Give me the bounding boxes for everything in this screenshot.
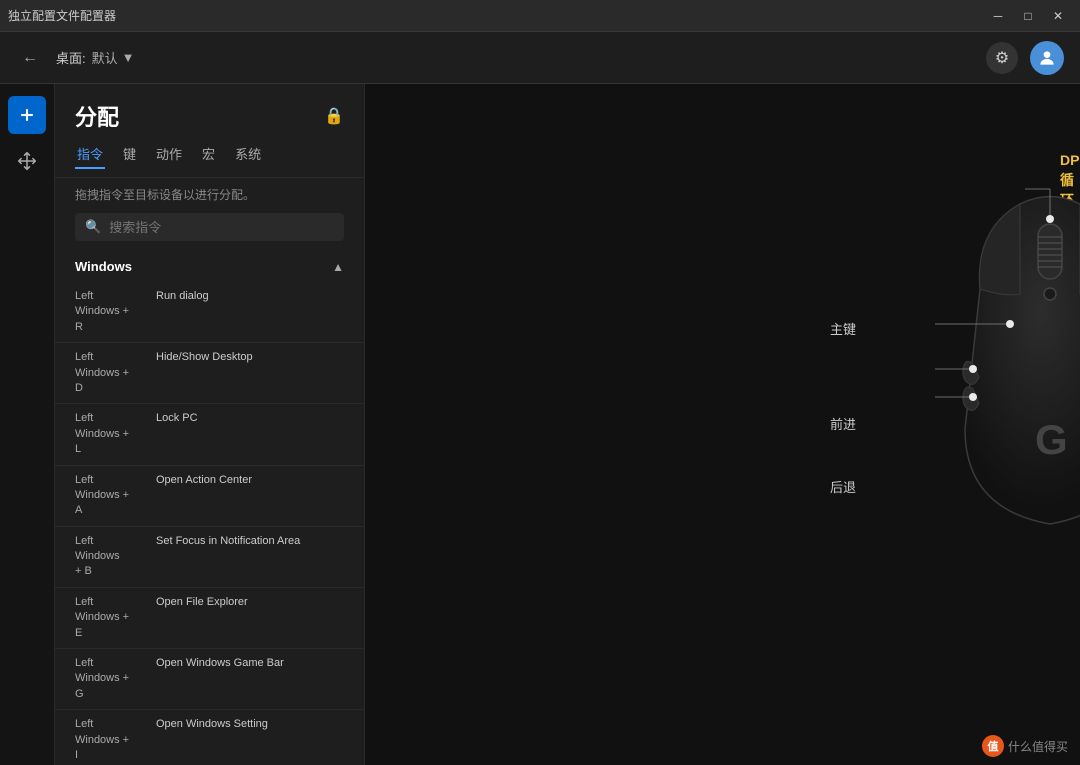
tab-system[interactable]: 系统 (233, 140, 263, 169)
right-content: DPI 循环 主键 次键 前进 后退 (365, 84, 1080, 765)
command-desc: Lock PC (156, 411, 198, 426)
settings-button[interactable]: ⚙ (986, 42, 1018, 74)
list-item[interactable]: LeftWindows +A Open Action Center (55, 466, 364, 527)
section-title: Windows (75, 259, 132, 274)
svg-text:G: G (1035, 416, 1068, 463)
forward-label: 前进 (830, 414, 856, 434)
command-key: LeftWindows +L (75, 411, 150, 457)
list-item[interactable]: LeftWindows +L Lock PC (55, 404, 364, 465)
tabs: 指令 键 动作 宏 系统 (55, 140, 364, 178)
tab-commands[interactable]: 指令 (75, 140, 105, 169)
command-desc: Open Windows Setting (156, 717, 268, 732)
command-key: LeftWindows+ B (75, 534, 150, 580)
search-bar: 🔍 (75, 213, 344, 241)
command-list: Windows ▲ LeftWindows +R Run dialog Left… (55, 251, 364, 765)
list-item[interactable]: LeftWindows+ B Set Focus in Notification… (55, 527, 364, 588)
move-button[interactable] (8, 142, 46, 180)
command-desc: Run dialog (156, 289, 209, 304)
command-desc: Set Focus in Notification Area (156, 534, 300, 549)
back-button[interactable]: ← (16, 44, 44, 72)
back-label: 后退 (830, 477, 856, 497)
tab-macro[interactable]: 宏 (200, 140, 217, 169)
titlebar-controls: ─ □ ✕ (984, 5, 1072, 27)
windows-section-header[interactable]: Windows ▲ (55, 251, 364, 282)
icon-sidebar (0, 84, 55, 765)
watermark: 值 什么值得买 (982, 735, 1068, 757)
command-desc: Open File Explorer (156, 595, 248, 610)
topbar-right: ⚙ (986, 41, 1064, 75)
list-item[interactable]: LeftWindows +R Run dialog (55, 282, 364, 343)
left-panel: 分配 🔒 指令 键 动作 宏 系统 拖拽指令至目标设备以进行分配。 🔍 Wind… (55, 84, 365, 765)
user-icon (1037, 48, 1057, 68)
command-key: LeftWindows +A (75, 473, 150, 519)
desktop-name: 默认 (92, 48, 118, 67)
command-key: LeftWindows +I (75, 717, 150, 763)
mouse-diagram: G (935, 169, 1080, 539)
lock-icon: 🔒 (324, 106, 344, 126)
titlebar-title: 独立配置文件配置器 (8, 7, 116, 24)
chevron-icon: ▲ (332, 260, 344, 274)
watermark-icon: 值 (982, 735, 1004, 757)
topbar-left: ← 桌面: 默认 ▼ (16, 44, 135, 72)
move-icon (17, 151, 37, 171)
main-key-label: 主键 (830, 319, 856, 339)
minimize-button[interactable]: ─ (984, 5, 1012, 27)
close-button[interactable]: ✕ (1044, 5, 1072, 27)
watermark-text: 什么值得买 (1008, 738, 1068, 755)
search-input[interactable] (109, 220, 334, 235)
panel-title: 分配 (75, 100, 119, 132)
tab-actions[interactable]: 动作 (154, 140, 184, 169)
list-item[interactable]: LeftWindows +G Open Windows Game Bar (55, 649, 364, 710)
avatar-button[interactable] (1030, 41, 1064, 75)
main-layout: 分配 🔒 指令 键 动作 宏 系统 拖拽指令至目标设备以进行分配。 🔍 Wind… (0, 84, 1080, 765)
command-key: LeftWindows +G (75, 656, 150, 702)
topbar: ← 桌面: 默认 ▼ ⚙ (0, 32, 1080, 84)
desktop-text: 桌面: (56, 48, 86, 67)
titlebar: 独立配置文件配置器 ─ □ ✕ (0, 0, 1080, 32)
desktop-dropdown[interactable]: 默认 ▼ (92, 48, 135, 67)
command-desc: Hide/Show Desktop (156, 350, 253, 365)
search-icon: 🔍 (85, 219, 101, 235)
command-desc: Open Windows Game Bar (156, 656, 284, 671)
panel-header: 分配 🔒 (55, 84, 364, 140)
command-key: LeftWindows +E (75, 595, 150, 641)
command-key: LeftWindows +R (75, 289, 150, 335)
plus-icon (17, 105, 37, 125)
list-item[interactable]: LeftWindows +E Open File Explorer (55, 588, 364, 649)
add-command-button[interactable] (8, 96, 46, 134)
command-desc: Open Action Center (156, 473, 252, 488)
maximize-button[interactable]: □ (1014, 5, 1042, 27)
list-item[interactable]: LeftWindows +D Hide/Show Desktop (55, 343, 364, 404)
dropdown-icon: ▼ (122, 50, 135, 65)
tab-keys[interactable]: 键 (121, 140, 138, 169)
desktop-info: 桌面: 默认 ▼ (56, 48, 135, 67)
drag-instruction: 拖拽指令至目标设备以进行分配。 (55, 178, 364, 213)
list-item[interactable]: LeftWindows +I Open Windows Setting (55, 710, 364, 765)
command-key: LeftWindows +D (75, 350, 150, 396)
